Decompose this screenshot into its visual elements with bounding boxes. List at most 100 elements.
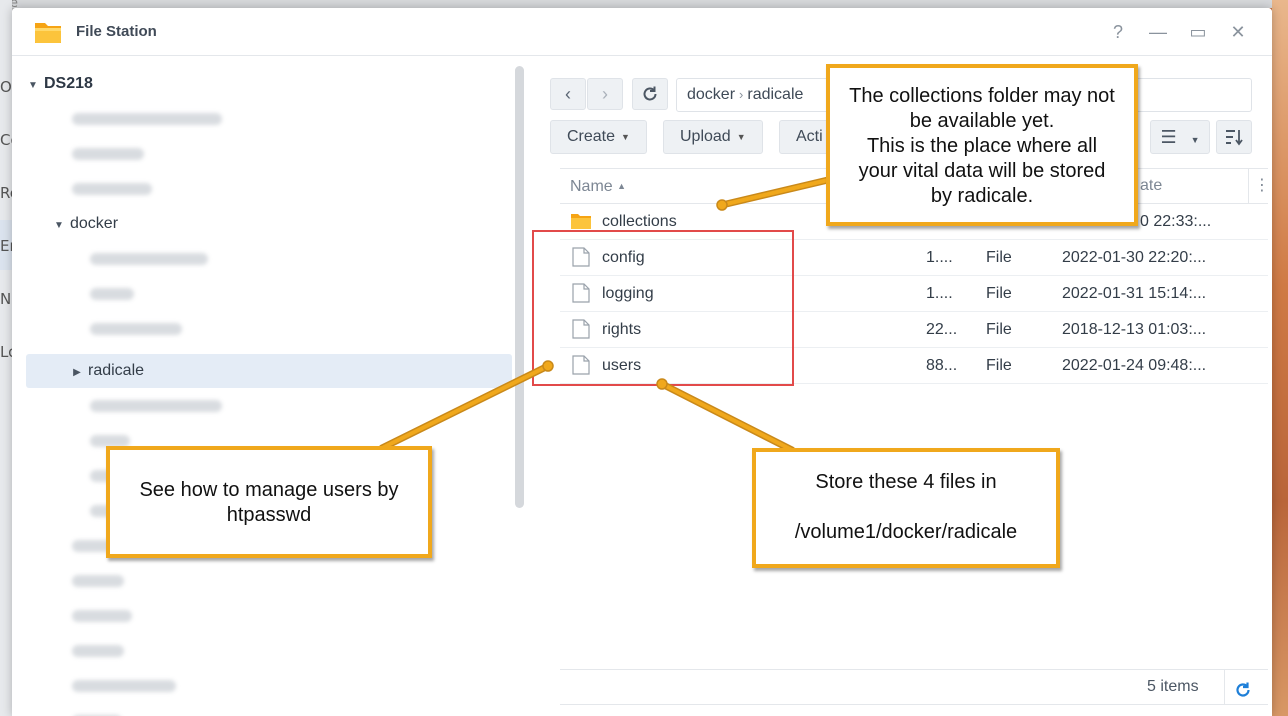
column-divider bbox=[1248, 169, 1249, 203]
expand-down-icon[interactable]: ▼ bbox=[26, 69, 40, 103]
callout-line: This is the place where all bbox=[866, 135, 1098, 157]
blurred-label bbox=[90, 322, 182, 335]
blurred-label bbox=[72, 112, 222, 125]
blurred-label bbox=[90, 434, 130, 447]
desktop-fragment: Co bbox=[0, 131, 12, 149]
folder-tree: ▼ DS218 ▼ docker ▶ radicale bbox=[12, 56, 528, 716]
tree-item-blurred[interactable] bbox=[26, 599, 512, 633]
desktop-topbar: De bbox=[0, 0, 1288, 11]
file-size: 88... bbox=[926, 357, 958, 374]
callout-line: The collections folder may not bbox=[849, 85, 1115, 107]
blurred-label bbox=[72, 679, 176, 692]
tree-root[interactable]: ▼ DS218 bbox=[26, 67, 512, 101]
column-header-name[interactable]: Name ▲ bbox=[570, 169, 626, 204]
desktop-fragment: Ov bbox=[0, 78, 12, 96]
desktop-fragment: Ne bbox=[0, 290, 12, 308]
tree-item-blurred[interactable] bbox=[26, 312, 512, 346]
breadcrumb-segment[interactable]: radicale bbox=[747, 86, 803, 103]
file-date: 2022-01-31 15:14:... bbox=[1062, 285, 1207, 302]
tree-root-label: DS218 bbox=[44, 75, 93, 92]
tree-item-blurred[interactable] bbox=[26, 564, 512, 598]
action-label: Acti bbox=[796, 128, 823, 145]
sort-button[interactable] bbox=[1216, 120, 1252, 154]
tree-item-blurred[interactable] bbox=[26, 172, 512, 206]
callout-users: See how to manage users by htpasswd bbox=[106, 446, 432, 558]
blurred-label bbox=[90, 287, 134, 300]
desktop-fragment: En bbox=[0, 237, 12, 255]
tree-item-docker[interactable]: ▼ docker bbox=[26, 207, 512, 241]
dropdown-caret-icon: ▼ bbox=[736, 132, 746, 142]
callout-collections: The collections folder may not be availa… bbox=[826, 64, 1138, 226]
callout-line: be available yet. bbox=[909, 110, 1055, 132]
tree-item-blurred[interactable] bbox=[26, 242, 512, 276]
create-button[interactable]: Create ▼ bbox=[550, 120, 647, 154]
reload-button[interactable] bbox=[1234, 678, 1252, 712]
dropdown-caret-icon: ▼ bbox=[621, 132, 630, 142]
upload-label: Upload bbox=[680, 128, 731, 146]
expand-right-icon[interactable]: ▶ bbox=[70, 356, 84, 390]
blurred-label bbox=[72, 147, 144, 160]
blurred-label bbox=[72, 609, 132, 622]
help-button[interactable]: ? bbox=[1106, 20, 1130, 44]
name-header-label: Name bbox=[570, 178, 613, 195]
file-date: 2022-01-30 22:20:... bbox=[1062, 249, 1207, 266]
callout-line: See how to manage users by bbox=[139, 479, 399, 501]
view-mode-button[interactable]: ☰ ▼ bbox=[1150, 120, 1210, 154]
column-menu-icon[interactable]: ⋮ bbox=[1254, 169, 1270, 203]
expand-down-icon[interactable]: ▼ bbox=[52, 209, 66, 243]
title-bar: File Station ? — ▭ ✕ bbox=[12, 8, 1272, 56]
item-count: 5 items bbox=[1147, 678, 1199, 695]
callout-line: your vital data will be stored bbox=[858, 160, 1106, 182]
minimize-button[interactable]: — bbox=[1146, 20, 1170, 44]
tree-item-blurred[interactable] bbox=[26, 389, 512, 423]
breadcrumb-segment[interactable]: docker bbox=[687, 86, 735, 103]
file-type: File bbox=[986, 357, 1012, 374]
blurred-label bbox=[72, 644, 124, 657]
blurred-label bbox=[90, 399, 222, 412]
tree-item-blurred[interactable] bbox=[26, 669, 512, 703]
folder-icon bbox=[571, 214, 591, 229]
breadcrumb-separator-icon: › bbox=[739, 87, 744, 102]
tree-item-blurred[interactable] bbox=[26, 634, 512, 668]
tree-item-blurred[interactable] bbox=[26, 102, 512, 136]
file-type: File bbox=[986, 321, 1012, 338]
file-size: 1.... bbox=[926, 285, 953, 302]
tree-item-radicale[interactable]: ▶ radicale bbox=[26, 354, 512, 388]
create-label: Create bbox=[567, 128, 616, 146]
close-button[interactable]: ✕ bbox=[1226, 20, 1250, 44]
tree-scrollbar[interactable] bbox=[515, 66, 524, 508]
tree-item-blurred[interactable] bbox=[26, 277, 512, 311]
upload-button[interactable]: Upload ▼ bbox=[663, 120, 763, 154]
status-bar: 5 items bbox=[560, 669, 1268, 705]
desktop-fragment: Lo bbox=[0, 343, 12, 361]
file-station-app-icon bbox=[35, 23, 61, 43]
tree-item-blurred[interactable] bbox=[26, 137, 512, 171]
refresh-icon bbox=[643, 86, 657, 101]
blurred-label bbox=[72, 182, 152, 195]
file-size: 22... bbox=[926, 321, 958, 338]
file-date: 2018-12-13 01:03:... bbox=[1062, 321, 1207, 338]
column-header-date[interactable]: ate bbox=[1140, 169, 1162, 203]
blurred-label bbox=[72, 574, 124, 587]
tree-item-label: docker bbox=[70, 215, 119, 232]
window-title: File Station bbox=[76, 23, 157, 40]
dropdown-caret-icon: ▼ bbox=[1190, 135, 1200, 145]
sort-icon bbox=[1226, 130, 1243, 146]
file-type: File bbox=[986, 249, 1012, 266]
callout-store-files: Store these 4 files in /volume1/docker/r… bbox=[752, 448, 1060, 568]
file-date: 0 22:33:... bbox=[1140, 213, 1212, 230]
back-button[interactable]: ‹ bbox=[550, 78, 586, 110]
desktop-fragment: Re bbox=[0, 184, 12, 202]
sort-ascending-icon: ▲ bbox=[617, 181, 627, 191]
file-type: File bbox=[986, 285, 1012, 302]
forward-button[interactable]: › bbox=[587, 78, 623, 110]
highlight-box bbox=[532, 230, 794, 386]
maximize-button[interactable]: ▭ bbox=[1186, 20, 1210, 44]
tree-item-label: radicale bbox=[88, 362, 145, 379]
callout-line: /volume1/docker/radicale bbox=[794, 521, 1018, 543]
status-divider bbox=[1224, 670, 1225, 704]
refresh-button[interactable] bbox=[632, 78, 668, 110]
tree-item-blurred[interactable] bbox=[26, 704, 512, 716]
reload-icon bbox=[1236, 682, 1250, 697]
list-view-icon: ☰ bbox=[1160, 127, 1177, 147]
